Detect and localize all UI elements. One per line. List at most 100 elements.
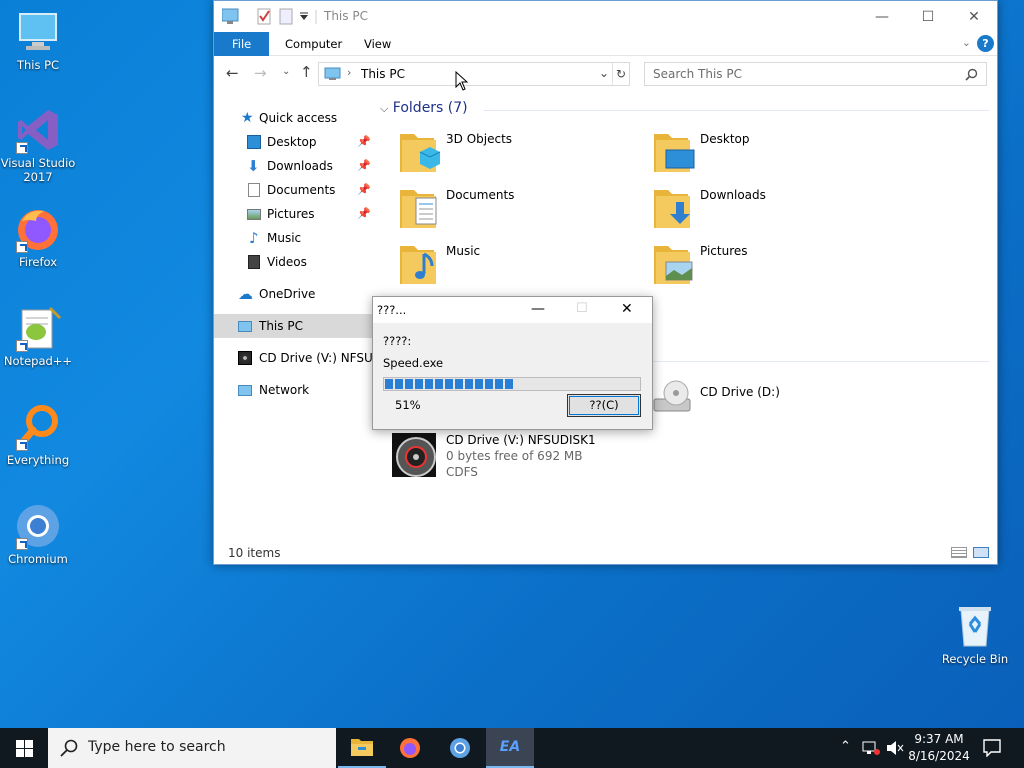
network-icon	[238, 385, 252, 396]
recent-locations-icon[interactable]: ⌄	[282, 66, 290, 77]
network-tray-icon[interactable]	[862, 740, 880, 756]
navigation-pane: ★ Quick access Desktop 📌 ⬇ Downloads 📌 D…	[214, 92, 374, 532]
taskbar-chromium[interactable]	[436, 728, 484, 768]
folder-music[interactable]: Music	[398, 242, 638, 292]
folder-desktop[interactable]: Desktop	[652, 130, 892, 180]
chromium-icon	[450, 738, 470, 758]
desktop-icon-label: This PC	[16, 58, 60, 72]
search-input[interactable]: Search This PC	[644, 62, 987, 86]
close-button[interactable]: ✕	[951, 1, 997, 32]
breadcrumb-this-pc[interactable]: This PC	[361, 67, 405, 81]
windows-start-icon[interactable]	[16, 740, 33, 757]
progress-bar	[383, 377, 641, 391]
folder-documents[interactable]: Documents	[398, 186, 638, 236]
desktop-icon-chromium[interactable]: Chromium	[0, 502, 76, 566]
clock[interactable]: 9:37 AM 8/16/2024	[908, 731, 970, 765]
group-divider	[484, 110, 989, 111]
this-pc-icon	[324, 67, 341, 80]
taskbar: Type here to search EA ⌃ 9:37 AM 8/16/20…	[0, 728, 1024, 768]
large-icons-view-icon[interactable]	[973, 547, 989, 558]
desktop-icon-label: Everything	[6, 453, 70, 467]
folder-3d-objects[interactable]: 3D Objects	[398, 130, 638, 180]
dialog-minimize-button[interactable]: —	[531, 301, 545, 317]
quick-access-toolbar[interactable]	[222, 8, 318, 26]
tab-computer[interactable]: Computer	[270, 32, 357, 56]
desktop-folder-icon	[247, 135, 261, 149]
desktop-icon-everything[interactable]: Everything	[0, 403, 76, 467]
cloud-icon: ☁	[238, 285, 253, 303]
maximize-button[interactable]: ☐	[905, 1, 951, 32]
search-icon	[965, 68, 978, 81]
nav-cd-drive[interactable]: CD Drive (V:) NFSUDI	[214, 346, 374, 370]
refresh-icon[interactable]: ↻	[612, 63, 629, 85]
taskbar-ea-app[interactable]: EA	[486, 728, 534, 768]
tab-file[interactable]: File	[214, 32, 270, 56]
nav-item-documents[interactable]: Documents 📌	[214, 178, 374, 202]
nav-item-downloads[interactable]: ⬇ Downloads 📌	[214, 154, 374, 178]
details-view-icon[interactable]	[951, 547, 967, 558]
firefox-icon	[400, 738, 420, 758]
documents-folder-icon	[400, 190, 437, 228]
folder-pictures[interactable]: Pictures	[652, 242, 892, 292]
nav-item-desktop[interactable]: Desktop 📌	[214, 130, 374, 154]
desktop-icon-this-pc[interactable]: This PC	[0, 8, 76, 72]
address-bar[interactable]: › This PC ⌄ ↻	[318, 62, 630, 86]
desktop-icon-recycle-bin[interactable]: Recycle Bin	[937, 602, 1013, 666]
this-pc-icon	[238, 321, 252, 332]
volume-muted-icon[interactable]	[886, 740, 904, 756]
address-row: ← → ⌄ ↑ › This PC ⌄ ↻ Search This PC	[214, 56, 997, 92]
star-icon: ★	[241, 110, 254, 126]
clock-date: 8/16/2024	[908, 749, 970, 763]
recycle-bin-icon	[951, 602, 999, 650]
pin-icon[interactable]: 📌	[357, 130, 371, 154]
dialog-filename: Speed.exe	[383, 356, 444, 370]
help-icon[interactable]: ?	[977, 35, 994, 52]
desktop-icon-visual-studio[interactable]: Visual Studio 2017	[0, 106, 76, 184]
clock-time: 9:37 AM	[914, 732, 964, 746]
pin-icon[interactable]: 📌	[357, 178, 371, 202]
desktop-icon-label: Chromium	[8, 552, 68, 566]
minimize-button[interactable]: —	[859, 1, 905, 32]
up-arrow-icon[interactable]: ↑	[300, 63, 313, 81]
pin-icon[interactable]: 📌	[357, 202, 371, 226]
dialog-title: ???...	[377, 303, 407, 317]
everything-search-icon	[14, 403, 62, 451]
nav-this-pc[interactable]: This PC	[214, 314, 374, 338]
desktop-icon-firefox[interactable]: Firefox	[0, 205, 76, 269]
nav-quick-access[interactable]: ★ Quick access	[214, 106, 374, 130]
ribbon-expand-icon[interactable]: ⌄	[962, 36, 971, 49]
forward-arrow-icon[interactable]: →	[254, 64, 267, 82]
taskbar-firefox[interactable]	[386, 728, 434, 768]
shortcut-arrow-icon	[16, 439, 28, 451]
tray-chevron-up-icon[interactable]: ⌃	[840, 739, 851, 754]
folder-downloads[interactable]: Downloads	[652, 186, 892, 236]
search-icon	[60, 739, 78, 757]
dialog-label: ????:	[383, 334, 412, 348]
documents-icon	[248, 183, 260, 197]
nav-item-videos[interactable]: Videos	[214, 250, 374, 274]
drive-cd-v[interactable]: CD Drive (V:) NFSUDISK1 0 bytes free of …	[392, 433, 692, 485]
progress-percent: 51%	[395, 398, 421, 412]
taskbar-search-input[interactable]: Type here to search	[48, 728, 336, 768]
nav-network[interactable]: Network	[214, 378, 374, 402]
pin-icon[interactable]: 📌	[357, 154, 371, 178]
address-dropdown-icon[interactable]: ⌄	[599, 66, 609, 80]
cancel-button[interactable]: ??(C)	[567, 394, 641, 417]
desktop-folder-icon	[654, 134, 695, 172]
desktop-icon-notepadpp[interactable]: Notepad++	[0, 304, 76, 368]
drive-cd-d[interactable]: CD Drive (D:)	[652, 377, 892, 427]
nav-onedrive[interactable]: ☁ OneDrive	[214, 282, 374, 306]
notifications-icon[interactable]	[983, 739, 1001, 757]
disc-icon	[238, 351, 252, 365]
window-title: This PC	[324, 9, 368, 23]
folders-group-header[interactable]: ⌵ Folders (7)	[380, 100, 468, 116]
dialog-close-button[interactable]: ✕	[621, 301, 633, 317]
downloads-arrow-icon: ⬇	[247, 157, 260, 175]
nav-item-music[interactable]: ♪ Music	[214, 226, 374, 250]
chromium-icon	[14, 502, 62, 550]
taskbar-file-explorer[interactable]	[338, 728, 386, 768]
back-arrow-icon[interactable]: ←	[226, 64, 239, 82]
tab-view[interactable]: View	[349, 32, 406, 56]
nav-item-pictures[interactable]: Pictures 📌	[214, 202, 374, 226]
nfs-disc-icon	[392, 433, 436, 477]
